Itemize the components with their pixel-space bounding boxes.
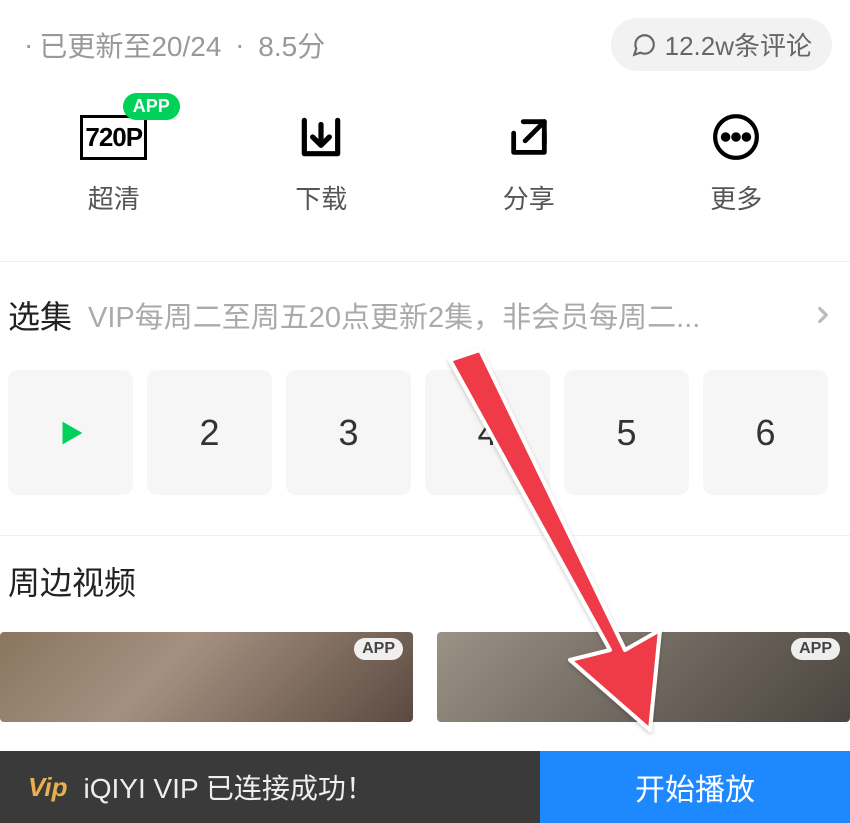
update-status: 已更新至20/24: [39, 25, 221, 65]
episode-3[interactable]: 3: [286, 370, 411, 495]
quality-icon: 720P APP: [84, 111, 144, 163]
meta-info: · 已更新至20/24 · 8.5分: [18, 25, 325, 65]
episode-1-playing[interactable]: [8, 370, 133, 495]
dot-separator: ·: [227, 29, 252, 61]
episode-section-title: 选集: [8, 292, 72, 338]
play-icon: [54, 416, 88, 450]
start-play-button[interactable]: 开始播放: [540, 751, 850, 823]
episode-list: 2 3 4 5 6: [0, 362, 850, 535]
actions-row: 720P APP 超清 下载 分享: [0, 81, 850, 261]
bottom-bar: Vip iQIYI VIP 已连接成功！ 开始播放: [0, 751, 850, 823]
episode-5[interactable]: 5: [564, 370, 689, 495]
comments-button[interactable]: 12.2w条评论: [611, 18, 832, 71]
episode-6[interactable]: 6: [703, 370, 828, 495]
chevron-right-icon: [810, 302, 836, 328]
share-icon: [499, 111, 559, 163]
share-button[interactable]: 分享: [499, 111, 559, 216]
download-label: 下载: [295, 179, 347, 216]
side-video-thumb[interactable]: APP: [437, 632, 850, 722]
episode-schedule: VIP每周二至周五20点更新2集，非会员每周二...: [88, 294, 802, 336]
app-badge: APP: [354, 638, 403, 660]
app-badge: APP: [123, 93, 180, 120]
download-icon: [291, 111, 351, 163]
side-videos-row: APP APP: [0, 632, 850, 722]
meta-row: · 已更新至20/24 · 8.5分 12.2w条评论: [0, 0, 850, 81]
episode-header[interactable]: 选集 VIP每周二至周五20点更新2集，非会员每周二...: [0, 262, 850, 362]
side-videos-title: 周边视频: [0, 536, 850, 632]
episode-2[interactable]: 2: [147, 370, 272, 495]
quality-label: 超清: [88, 179, 140, 216]
vip-logo: Vip: [28, 772, 67, 803]
quality-button[interactable]: 720P APP 超清: [84, 111, 144, 216]
more-label: 更多: [710, 179, 762, 216]
vip-status: Vip iQIYI VIP 已连接成功！: [0, 751, 540, 823]
episode-4[interactable]: 4: [425, 370, 550, 495]
rating: 8.5分: [258, 25, 325, 65]
comment-icon: [631, 32, 657, 58]
side-video-thumb[interactable]: APP: [0, 632, 413, 722]
vip-status-text: iQIYI VIP 已连接成功！: [83, 767, 373, 807]
share-label: 分享: [503, 179, 555, 216]
app-badge: APP: [791, 638, 840, 660]
download-button[interactable]: 下载: [291, 111, 351, 216]
dot-separator: ·: [24, 29, 33, 61]
more-icon: [706, 111, 766, 163]
comments-count: 12.2w条评论: [665, 26, 812, 63]
more-button[interactable]: 更多: [706, 111, 766, 216]
